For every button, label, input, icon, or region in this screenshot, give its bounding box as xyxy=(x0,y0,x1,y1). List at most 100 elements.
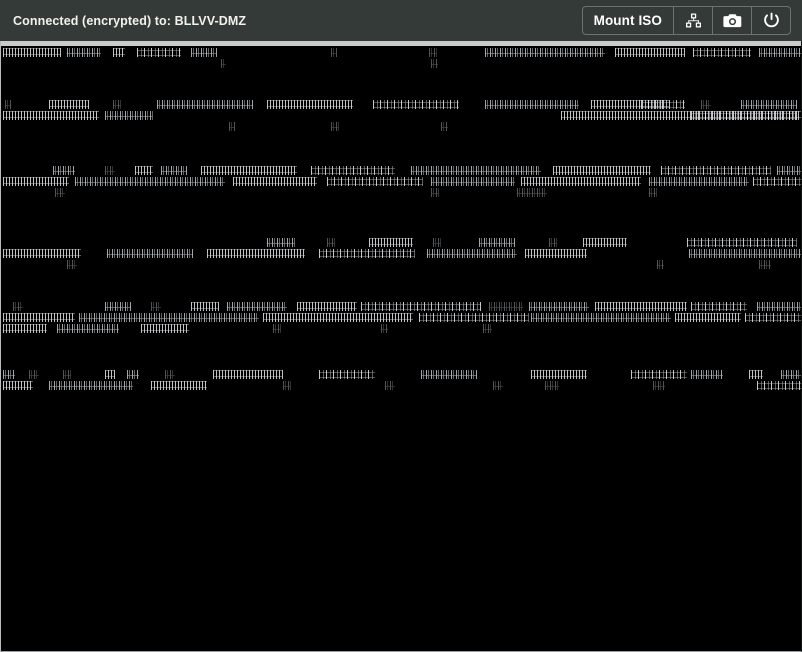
console-glyph-run xyxy=(105,370,115,379)
console-glyph-run xyxy=(63,370,71,379)
console-text-line xyxy=(1,166,801,177)
console-text-line xyxy=(1,313,801,324)
console-glyph-run xyxy=(385,381,395,390)
console-glyph-run xyxy=(661,166,771,175)
console-glyph-run xyxy=(691,370,723,379)
console-glyph-run xyxy=(113,100,121,109)
console-glyph-run xyxy=(135,166,153,175)
console-glyph-run xyxy=(757,381,801,390)
console-glyph-run xyxy=(433,238,441,247)
console-scroll-strip[interactable] xyxy=(1,41,801,46)
console-glyph-run xyxy=(675,313,741,322)
console-text-block xyxy=(1,302,801,335)
console-glyph-run xyxy=(441,122,448,131)
console-glyph-run xyxy=(53,166,75,175)
sitemap-icon xyxy=(685,13,702,29)
console-glyph-run xyxy=(483,324,492,333)
console-glyph-run xyxy=(161,166,187,175)
console-glyph-run xyxy=(3,249,81,258)
console-glyph-run xyxy=(49,100,89,109)
console-glyph-run xyxy=(151,302,161,311)
power-button[interactable] xyxy=(751,7,790,34)
console-glyph-run xyxy=(429,48,437,57)
console-glyph-run xyxy=(5,100,11,109)
console-text-line xyxy=(1,324,801,335)
console-text-line xyxy=(1,177,801,188)
console-glyph-run xyxy=(545,381,559,390)
console-glyph-run xyxy=(201,166,297,175)
console-glyph-run xyxy=(653,381,665,390)
console-text-line xyxy=(1,48,801,59)
console-glyph-run xyxy=(105,166,115,175)
console-glyph-run xyxy=(777,166,801,175)
remote-console-viewport[interactable] xyxy=(0,41,802,652)
screenshot-button[interactable] xyxy=(712,7,751,34)
console-glyph-run xyxy=(191,48,217,57)
console-glyph-run xyxy=(273,324,281,333)
console-glyph-run xyxy=(691,302,747,311)
console-glyph-run xyxy=(79,313,259,322)
console-glyph-run xyxy=(759,260,771,269)
console-glyph-run xyxy=(549,238,557,247)
console-glyph-run xyxy=(431,59,438,68)
console-glyph-run xyxy=(151,381,207,390)
console-glyph-run xyxy=(693,48,751,57)
console-glyph-run xyxy=(227,302,287,311)
console-glyph-run xyxy=(701,100,711,109)
console-glyph-run xyxy=(361,302,481,311)
console-glyph-run xyxy=(49,381,133,390)
console-glyph-run xyxy=(485,48,605,57)
console-screen[interactable] xyxy=(1,46,801,651)
console-glyph-run xyxy=(267,238,295,247)
console-glyph-run xyxy=(267,100,353,109)
console-glyph-run xyxy=(687,238,797,247)
console-glyph-run xyxy=(283,381,291,390)
console-text-line xyxy=(1,59,801,70)
console-glyph-run xyxy=(759,48,801,57)
console-text-block xyxy=(1,48,801,70)
console-glyph-run xyxy=(157,100,253,109)
console-glyph-run xyxy=(233,177,317,186)
console-glyph-run xyxy=(531,313,671,322)
console-glyph-run xyxy=(105,111,153,120)
camera-icon xyxy=(722,13,742,29)
console-glyph-run xyxy=(749,370,763,379)
console-glyph-run xyxy=(553,166,651,175)
console-glyph-run xyxy=(107,249,193,258)
console-text-line xyxy=(1,188,801,199)
console-glyph-run xyxy=(431,188,439,197)
toolbar-button-group: Mount ISO xyxy=(581,6,791,35)
virtual-media-button[interactable] xyxy=(673,7,712,34)
console-glyph-run xyxy=(165,370,175,379)
console-glyph-run xyxy=(55,188,65,197)
console-glyph-run xyxy=(3,48,61,57)
console-glyph-run xyxy=(411,166,541,175)
console-text-line xyxy=(1,122,801,133)
console-glyph-run xyxy=(531,370,587,379)
console-glyph-run xyxy=(369,238,413,247)
console-glyph-run xyxy=(319,249,415,258)
console-text-block xyxy=(1,166,801,199)
console-glyph-run xyxy=(529,302,589,311)
console-glyph-run xyxy=(327,238,335,247)
console-glyph-run xyxy=(753,177,801,186)
console-glyph-run xyxy=(137,48,181,57)
console-glyph-run xyxy=(427,249,517,258)
console-glyph-run xyxy=(479,238,515,247)
console-glyph-run xyxy=(207,249,305,258)
console-glyph-run xyxy=(741,100,797,109)
console-toolbar: Connected (encrypted) to: BLLVV-DMZ Moun… xyxy=(0,0,802,41)
console-glyph-run xyxy=(381,324,388,333)
mount-iso-button[interactable]: Mount ISO xyxy=(583,7,673,34)
console-glyph-run xyxy=(3,381,33,390)
console-glyph-run xyxy=(3,370,15,379)
console-glyph-run xyxy=(649,188,657,197)
console-glyph-run xyxy=(141,324,189,333)
console-glyph-run xyxy=(757,302,801,311)
console-glyph-run xyxy=(213,370,283,379)
console-glyph-run xyxy=(331,122,339,131)
console-glyph-run xyxy=(419,313,529,322)
console-glyph-run xyxy=(3,324,47,333)
console-glyph-run xyxy=(489,302,523,311)
console-text-line xyxy=(1,238,801,249)
